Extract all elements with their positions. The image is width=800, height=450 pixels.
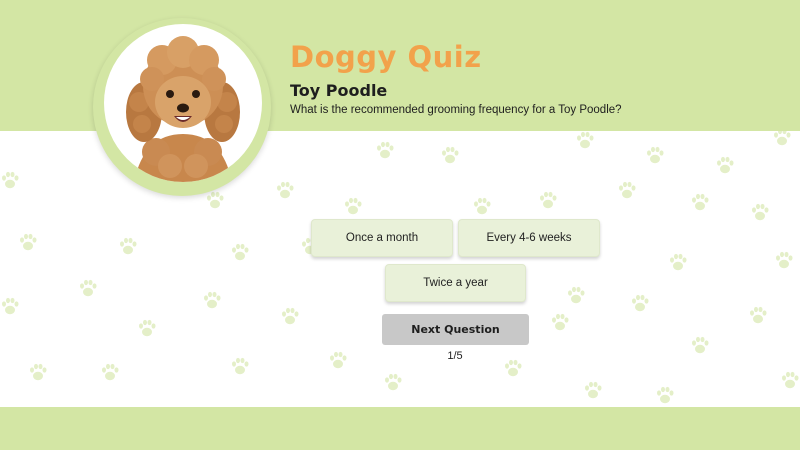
- question-counter: 1/5: [447, 350, 463, 362]
- paw-icon: [692, 336, 709, 354]
- paw-icon: [139, 319, 156, 337]
- paw-icon: [345, 197, 362, 215]
- quiz-title: Doggy Quiz: [290, 40, 482, 74]
- paw-icon: [657, 386, 674, 404]
- next-question-button[interactable]: Next Question: [382, 314, 529, 345]
- question-text: What is the recommended grooming frequen…: [290, 104, 622, 116]
- paw-icon: [20, 233, 37, 251]
- paw-icon: [330, 351, 347, 369]
- paw-icon: [2, 297, 19, 315]
- paw-icon: [2, 171, 19, 189]
- paw-icon: [474, 197, 491, 215]
- paw-icon: [377, 141, 394, 159]
- answer-option[interactable]: Twice a year: [385, 264, 526, 302]
- paw-icon: [717, 156, 734, 174]
- paw-icon: [80, 279, 97, 297]
- paw-icon: [102, 363, 119, 381]
- paw-icon: [505, 359, 522, 377]
- paw-icon: [540, 191, 557, 209]
- breed-name: Toy Poodle: [290, 81, 388, 100]
- answer-option[interactable]: Every 4-6 weeks: [458, 219, 600, 257]
- paw-icon: [30, 363, 47, 381]
- paw-icon: [692, 193, 709, 211]
- paw-icon: [277, 181, 294, 199]
- toy-poodle-image: [126, 36, 240, 182]
- paw-icon: [207, 191, 224, 209]
- answer-option[interactable]: Once a month: [311, 219, 453, 257]
- paw-icon: [552, 313, 569, 331]
- paw-icon: [619, 181, 636, 199]
- paw-icon: [232, 357, 249, 375]
- paw-icon: [776, 251, 793, 269]
- paw-icon: [442, 146, 459, 164]
- footer-band: [0, 407, 800, 450]
- paw-icon: [670, 253, 687, 271]
- paw-icon: [385, 373, 402, 391]
- paw-icon: [774, 131, 791, 146]
- paw-icon: [752, 203, 769, 221]
- paw-icon: [750, 306, 767, 324]
- paw-icon: [568, 286, 585, 304]
- paw-icon: [782, 371, 799, 389]
- paw-icon: [232, 243, 249, 261]
- paw-icon: [632, 294, 649, 312]
- paw-icon: [204, 291, 221, 309]
- dog-photo: [104, 24, 262, 182]
- paw-icon: [585, 381, 602, 399]
- paw-icon: [120, 237, 137, 255]
- paw-icon: [282, 307, 299, 325]
- paw-icon: [577, 131, 594, 149]
- paw-icon: [647, 146, 664, 164]
